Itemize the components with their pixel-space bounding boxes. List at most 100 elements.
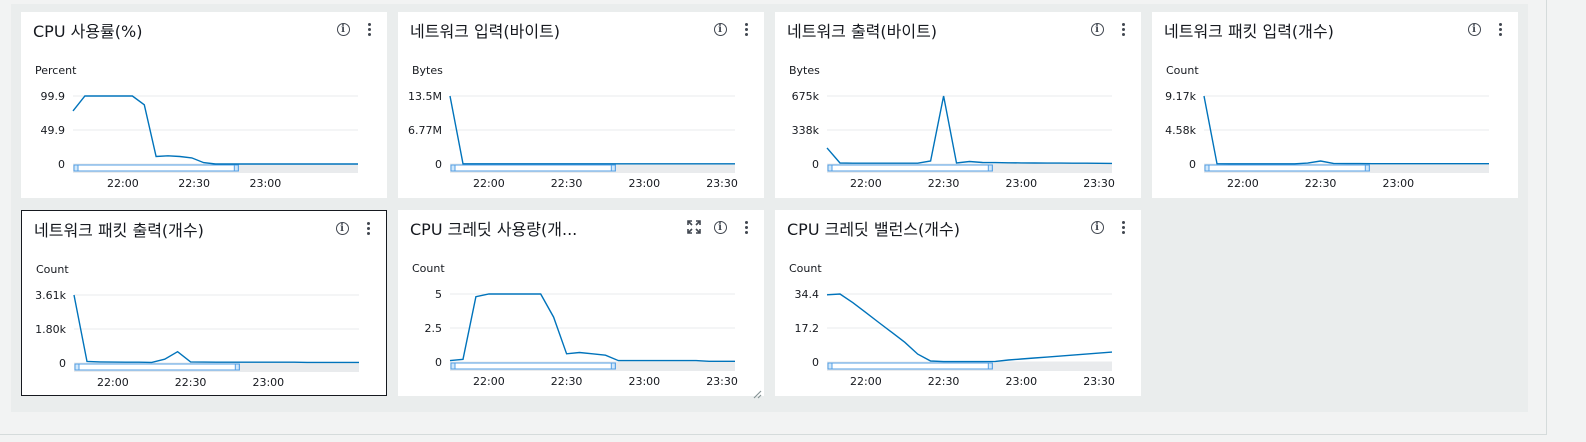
time-range-brush[interactable] (827, 164, 993, 172)
more-options-icon[interactable] (738, 21, 754, 37)
metric-widget[interactable]: 네트워크 입력(바이트) i Bytes 13.5M 6.77M 0 22:00 22:30 2… (398, 12, 764, 198)
x-tick-label: 23:00 (628, 375, 660, 388)
more-options-icon[interactable] (361, 21, 377, 37)
x-tick-label: 22:30 (928, 177, 960, 190)
widget-title: 네트워크 패킷 출력(개수) (34, 221, 204, 240)
brush-left-handle[interactable] (450, 164, 456, 172)
metric-widget[interactable]: 네트워크 패킷 출력(개수) i Count 3.61k 1.80k 0 22:00 22:3… (21, 210, 387, 396)
x-tick-label: 22:00 (850, 375, 882, 388)
x-tick-label: 22:30 (178, 177, 210, 190)
y-axis-unit-label: Count (36, 263, 69, 276)
y-tick-label: 49.9 (41, 124, 66, 137)
resize-handle-icon[interactable] (752, 384, 762, 399)
widget-actions: i (1466, 21, 1508, 37)
line-chart: Bytes 13.5M 6.77M 0 22:00 22:30 23:00 23:30 (408, 64, 738, 190)
x-tick-label: 22:00 (97, 376, 129, 389)
y-tick-label: 3.61k (35, 289, 66, 302)
x-tick-label: 23:30 (1083, 177, 1115, 190)
time-range-brush[interactable] (450, 164, 616, 172)
brush-right-handle[interactable] (987, 164, 993, 172)
info-icon[interactable]: i (712, 21, 728, 37)
brush-right-handle[interactable] (610, 164, 616, 172)
x-tick-label: 22:00 (473, 177, 505, 190)
brush-right-handle[interactable] (610, 362, 616, 370)
y-tick-label: 0 (812, 158, 819, 171)
y-tick-label: 17.2 (795, 322, 820, 335)
time-range-brush[interactable] (450, 362, 616, 370)
x-tick-label: 22:30 (928, 375, 960, 388)
x-tick-label: 23:00 (250, 177, 282, 190)
x-tick-label: 23:30 (706, 177, 738, 190)
metric-widget[interactable]: CPU 크레딧 밸런스(개수) i Count 34.4 17.2 0 22:00 22:30… (775, 210, 1141, 396)
y-tick-label: 6.77M (408, 124, 442, 137)
x-tick-label: 22:00 (1227, 177, 1259, 190)
y-axis-unit-label: Count (1166, 64, 1199, 77)
brush-right-handle[interactable] (233, 164, 239, 172)
metric-widget[interactable]: CPU 크레딧 사용량(개... i Count 5 2.5 0 22:00 22:30 23:… (398, 210, 764, 399)
widget-actions: i (712, 21, 754, 37)
brush-left-handle[interactable] (827, 362, 833, 370)
x-tick-label: 22:30 (1305, 177, 1337, 190)
widget-title: CPU 크레딧 사용량(개... (410, 220, 578, 239)
metric-widget[interactable]: 네트워크 패킷 입력(개수) i Count 9.17k 4.58k 0 22:00 22:3… (1152, 12, 1518, 198)
brush-left-handle[interactable] (73, 164, 79, 172)
more-options-icon[interactable] (738, 219, 754, 235)
metric-widget[interactable]: CPU 사용률(%) i Percent 99.9 49.9 0 22:00 22:30 23:… (21, 12, 387, 198)
more-options-icon[interactable] (1115, 219, 1131, 235)
line-chart: Percent 99.9 49.9 0 22:00 22:30 23:00 (35, 64, 358, 190)
brush-right-handle[interactable] (987, 362, 993, 370)
info-icon[interactable]: i (1466, 21, 1482, 37)
line-chart: Count 9.17k 4.58k 0 22:00 22:30 23:00 (1165, 64, 1489, 190)
y-tick-label: 4.58k (1165, 124, 1196, 137)
x-tick-label: 22:30 (551, 375, 583, 388)
x-tick-label: 23:00 (1382, 177, 1414, 190)
widget-title: 네트워크 출력(바이트) (787, 22, 938, 41)
expand-icon[interactable] (686, 219, 702, 235)
x-tick-label: 22:00 (850, 177, 882, 190)
brush-left-handle[interactable] (1204, 164, 1210, 172)
line-chart: Count 34.4 17.2 0 22:00 22:30 23:00 23:30 (789, 262, 1115, 388)
more-options-icon[interactable] (360, 220, 376, 236)
time-range-brush[interactable] (74, 363, 240, 371)
y-tick-label: 34.4 (795, 288, 820, 301)
y-tick-label: 0 (435, 158, 442, 171)
info-icon[interactable]: i (712, 219, 728, 235)
line-chart: Bytes 675k 338k 0 22:00 22:30 23:00 23:30 (789, 64, 1115, 190)
x-tick-label: 23:00 (1005, 375, 1037, 388)
info-icon[interactable]: i (1089, 21, 1105, 37)
info-icon[interactable]: i (335, 21, 351, 37)
time-range-brush[interactable] (73, 164, 239, 172)
time-range-brush[interactable] (827, 362, 993, 370)
y-tick-label: 675k (792, 90, 820, 103)
widget-actions: i (335, 21, 377, 37)
x-tick-label: 23:00 (1005, 177, 1037, 190)
widget-title: 네트워크 입력(바이트) (410, 22, 561, 41)
y-tick-label: 0 (59, 357, 66, 370)
widget-title: CPU 사용률(%) (33, 22, 143, 41)
brush-left-handle[interactable] (450, 362, 456, 370)
x-tick-label: 22:30 (175, 376, 207, 389)
metric-widget[interactable]: 네트워크 출력(바이트) i Bytes 675k 338k 0 22:00 22:30 23:… (775, 12, 1141, 198)
more-options-icon[interactable] (1492, 21, 1508, 37)
info-icon[interactable]: i (1089, 219, 1105, 235)
brush-right-handle[interactable] (1364, 164, 1370, 172)
info-icon[interactable]: i (334, 220, 350, 236)
y-tick-label: 13.5M (408, 90, 442, 103)
x-tick-label: 22:30 (551, 177, 583, 190)
y-tick-label: 1.80k (35, 323, 66, 336)
brush-left-handle[interactable] (827, 164, 833, 172)
y-tick-label: 9.17k (1165, 90, 1196, 103)
y-axis-unit-label: Bytes (789, 64, 820, 77)
widget-title: CPU 크레딧 밸런스(개수) (787, 220, 960, 239)
widget-actions: i (1089, 21, 1131, 37)
time-range-brush[interactable] (1204, 164, 1370, 172)
y-axis-unit-label: Percent (35, 64, 77, 77)
x-tick-label: 22:00 (473, 375, 505, 388)
x-tick-label: 23:30 (706, 375, 738, 388)
more-options-icon[interactable] (1115, 21, 1131, 37)
y-tick-label: 338k (792, 124, 820, 137)
brush-left-handle[interactable] (74, 363, 80, 371)
line-chart: Count 5 2.5 0 22:00 22:30 23:00 23:30 (412, 262, 738, 388)
brush-right-handle[interactable] (234, 363, 240, 371)
y-axis-unit-label: Count (789, 262, 822, 275)
